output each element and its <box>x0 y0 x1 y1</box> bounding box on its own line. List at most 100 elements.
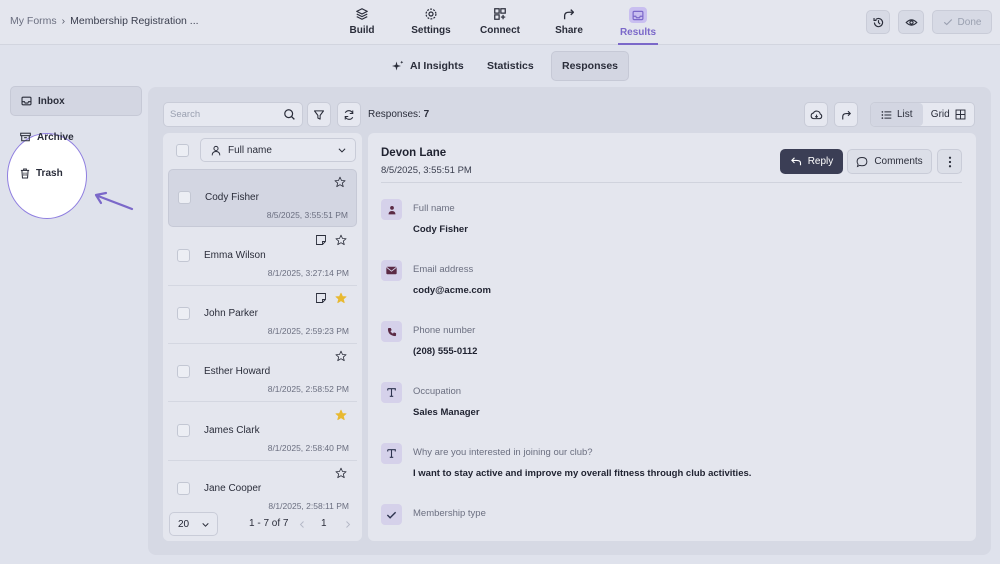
field-label: Phone number <box>413 325 476 336</box>
note-icon[interactable] <box>315 234 327 246</box>
field-value: cody@acme.com <box>413 285 491 296</box>
sidebar-item-archive[interactable]: Archive <box>10 122 142 152</box>
tab-responses[interactable]: Responses <box>551 51 630 81</box>
list-item-name: Jane Cooper <box>204 483 262 494</box>
archive-icon <box>20 132 31 142</box>
reply-button[interactable]: Reply <box>780 149 843 174</box>
star-outline-icon[interactable] <box>335 467 347 479</box>
responses-count-value: 7 <box>423 109 430 120</box>
field-label: Membership type <box>413 508 486 519</box>
search-icon <box>284 109 295 120</box>
forward-button[interactable] <box>834 102 858 127</box>
connect-icon <box>494 8 506 20</box>
row-checkbox[interactable] <box>177 365 190 378</box>
list-item[interactable]: Esther Howard 8/1/2025, 2:58:52 PM <box>168 344 357 402</box>
page-size-select[interactable]: 20 <box>169 512 218 536</box>
inbox-icon <box>21 96 32 106</box>
more-options-button[interactable] <box>937 149 962 174</box>
check-icon <box>381 504 402 525</box>
list-item-date: 8/1/2025, 2:59:23 PM <box>267 326 349 336</box>
pagination: 20 1 - 7 of 7 1 <box>163 510 362 541</box>
view-grid-button[interactable]: Grid <box>923 103 975 126</box>
page-range: 1 - 7 of 7 <box>249 518 289 529</box>
row-checkbox[interactable] <box>177 424 190 437</box>
sidebar-item-label: Trash <box>36 167 63 179</box>
tab-ai-insights[interactable]: AI Insights <box>382 51 474 81</box>
breadcrumb-separator: › <box>61 15 66 27</box>
comments-button[interactable]: Comments <box>847 149 932 174</box>
answer-membership-type: Membership type <box>381 504 961 541</box>
list-icon <box>881 110 892 119</box>
top-bar: My Forms › Membership Registration ... Bui… <box>0 0 1000 45</box>
done-label: Done <box>957 16 982 28</box>
nav-connect[interactable]: Connect <box>470 7 530 39</box>
row-checkbox[interactable] <box>177 249 190 262</box>
star-filled-icon[interactable] <box>335 292 347 304</box>
sidebar-item-label: Inbox <box>38 95 65 107</box>
page-number[interactable]: 1 <box>321 518 327 529</box>
row-checkbox[interactable] <box>177 307 190 320</box>
search-input[interactable] <box>164 103 274 126</box>
row-checkbox[interactable] <box>177 482 190 495</box>
list-item[interactable]: Cody Fisher 8/5/2025, 3:55:51 PM <box>168 169 357 227</box>
filter-button[interactable] <box>307 102 331 127</box>
field-label: Occupation <box>413 386 462 397</box>
chevron-right-icon[interactable] <box>344 520 352 529</box>
list-item[interactable]: John Parker 8/1/2025, 2:59:23 PM <box>168 286 357 344</box>
history-button[interactable] <box>866 10 890 34</box>
nav-share[interactable]: Share <box>539 7 599 39</box>
field-value: Sales Manager <box>413 407 480 418</box>
nav-results-label: Results <box>619 27 657 38</box>
refresh-icon <box>344 109 354 120</box>
nav-settings[interactable]: Settings <box>401 7 461 39</box>
nav-settings-label: Settings <box>411 25 451 36</box>
responses-count-label: Responses: <box>368 109 421 120</box>
reply-label: Reply <box>807 156 834 167</box>
star-outline-icon[interactable] <box>334 176 346 188</box>
person-icon <box>381 199 402 220</box>
chevron-left-icon[interactable] <box>298 520 306 529</box>
list-item-name: John Parker <box>204 308 258 319</box>
answer-phone: Phone number (208) 555-0112 <box>381 321 961 371</box>
star-filled-icon[interactable] <box>335 409 347 421</box>
sort-field-select[interactable]: Full name <box>200 138 356 162</box>
star-outline-icon[interactable] <box>335 350 347 362</box>
sidebar-item-inbox[interactable]: Inbox <box>10 86 142 116</box>
preview-button[interactable] <box>898 10 924 34</box>
sidebar-item-trash[interactable]: Trash <box>10 158 142 188</box>
list-item[interactable]: Emma Wilson 8/1/2025, 3:27:14 PM <box>168 228 357 286</box>
field-value: (208) 555-0112 <box>413 346 478 357</box>
tab-responses-label: Responses <box>562 60 619 72</box>
tab-statistics-label: Statistics <box>487 60 534 72</box>
gear-icon <box>425 8 437 20</box>
row-checkbox[interactable] <box>178 191 191 204</box>
history-icon <box>872 17 883 27</box>
breadcrumb-current: Membership Registration ... <box>70 15 199 27</box>
tab-statistics[interactable]: Statistics <box>477 51 544 81</box>
pointer-arrow-icon <box>94 191 134 211</box>
view-list-label: List <box>896 109 913 120</box>
list-item[interactable]: James Clark 8/1/2025, 2:58:40 PM <box>168 403 357 461</box>
select-all-checkbox[interactable] <box>176 144 189 157</box>
nav-build[interactable]: Build <box>332 7 392 39</box>
list-item-date: 8/1/2025, 2:58:40 PM <box>267 443 349 453</box>
nav-results[interactable]: Results <box>608 7 668 39</box>
layers-icon <box>356 8 368 20</box>
star-outline-icon[interactable] <box>335 234 347 246</box>
refresh-button[interactable] <box>337 102 361 127</box>
breadcrumb-root[interactable]: My Forms <box>10 15 57 27</box>
comments-label: Comments <box>874 156 923 167</box>
done-button[interactable]: Done <box>932 10 992 34</box>
list-item-date: 8/1/2025, 2:58:52 PM <box>267 384 349 394</box>
divider <box>381 182 962 183</box>
view-list-button[interactable]: List <box>871 103 923 126</box>
note-icon[interactable] <box>315 292 327 304</box>
search-field[interactable] <box>163 102 303 127</box>
nav-connect-label: Connect <box>480 25 520 36</box>
share-icon <box>563 9 575 20</box>
sparkle-icon <box>392 60 404 71</box>
sort-field-label: Full name <box>228 144 272 156</box>
download-button[interactable] <box>804 102 828 127</box>
nav-build-label: Build <box>349 25 375 36</box>
reply-icon <box>790 157 801 166</box>
